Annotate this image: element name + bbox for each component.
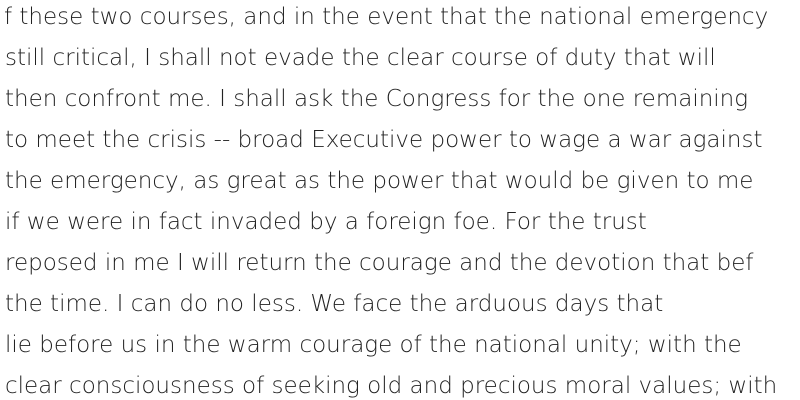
text-line: if we were in fact invaded by a foreign …	[5, 209, 647, 235]
text-line: the time. I can do no less. We face the …	[5, 291, 664, 317]
text-line: clear consciousness of seeking old and p…	[5, 373, 778, 399]
document-page: f these two courses, and in the event th…	[0, 0, 800, 400]
text-line: to meet the crisis -- broad Executive po…	[5, 127, 763, 153]
text-line: then confront me. I shall ask the Congre…	[5, 86, 749, 112]
text-line: f these two courses, and in the event th…	[4, 4, 769, 30]
text-line: the emergency, as great as the power tha…	[5, 168, 754, 194]
text-line: reposed in me I will return the courage …	[5, 250, 754, 276]
text-line: still critical, I shall not evade the cl…	[5, 45, 716, 71]
text-line: lie before us in the warm courage of the…	[5, 332, 742, 358]
